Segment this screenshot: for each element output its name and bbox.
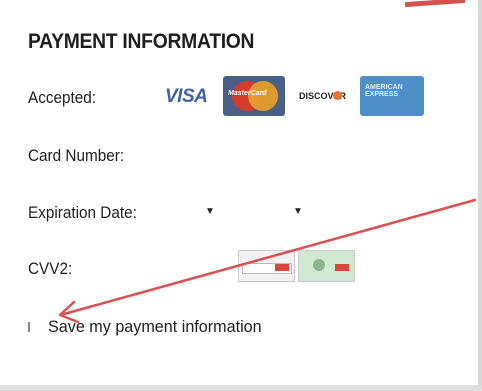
- payment-information-panel: PAYMENT INFORMATION Accepted: VISA Maste…: [0, 0, 482, 391]
- page-edge-right: [478, 0, 482, 391]
- annotation-arrow: [58, 198, 477, 324]
- page-edge-bottom: [0, 385, 482, 391]
